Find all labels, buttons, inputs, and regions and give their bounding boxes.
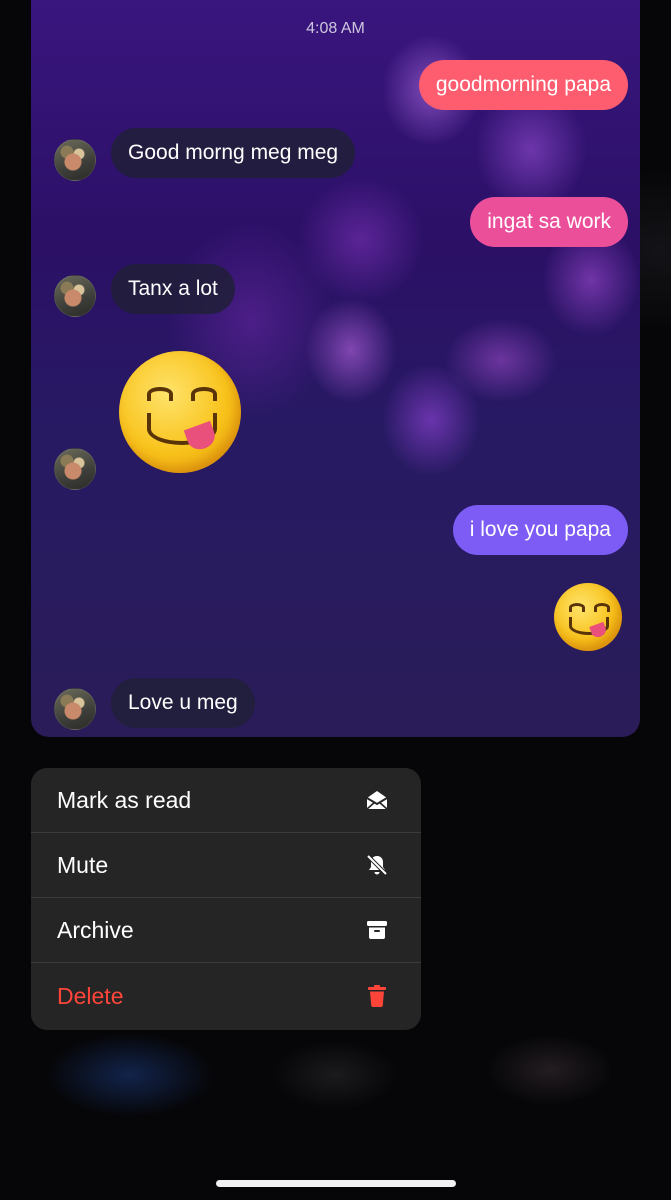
message-bubble-incoming[interactable]: Love u meg — [111, 678, 255, 728]
contact-avatar[interactable] — [54, 688, 96, 730]
mark-as-read-menu-item[interactable]: Mark as read — [31, 768, 421, 833]
emoji-eye — [569, 603, 585, 612]
face-savoring-food-emoji[interactable] — [554, 583, 622, 651]
contact-avatar[interactable] — [54, 275, 96, 317]
emoji-eye — [191, 387, 217, 401]
archive-menu-item[interactable]: Archive — [31, 898, 421, 963]
menu-item-label: Archive — [57, 916, 134, 943]
screen: 4:08 AM goodmorning papa Good morng meg … — [0, 0, 671, 1200]
bell-slash-icon — [364, 852, 390, 878]
emoji-eye — [147, 387, 173, 401]
trash-icon — [364, 983, 390, 1009]
menu-item-label: Delete — [57, 982, 124, 1009]
message-bubble-incoming[interactable]: Good morng meg meg — [111, 128, 356, 178]
delete-menu-item[interactable]: Delete — [31, 963, 421, 1029]
contact-avatar[interactable] — [54, 139, 96, 181]
message-bubble-outgoing[interactable]: goodmorning papa — [418, 60, 628, 110]
contact-avatar[interactable] — [54, 448, 96, 490]
emoji-eye — [594, 603, 610, 612]
message-bubble-outgoing[interactable]: ingat sa work — [470, 197, 628, 247]
context-menu: Mark as read Mute Archive Delete — [31, 768, 421, 1030]
archive-box-icon — [364, 917, 390, 943]
chat-preview[interactable]: 4:08 AM goodmorning papa Good morng meg … — [31, 0, 640, 737]
mute-menu-item[interactable]: Mute — [31, 833, 421, 898]
home-indicator[interactable] — [216, 1180, 456, 1187]
menu-item-label: Mute — [57, 851, 109, 878]
message-bubble-outgoing[interactable]: i love you papa — [452, 505, 628, 555]
menu-item-label: Mark as read — [57, 786, 192, 813]
message-bubble-incoming[interactable]: Tanx a lot — [111, 264, 235, 314]
face-savoring-food-emoji[interactable] — [119, 351, 241, 473]
mark-as-read-icon — [364, 787, 390, 813]
message-timestamp: 4:08 AM — [306, 20, 365, 37]
